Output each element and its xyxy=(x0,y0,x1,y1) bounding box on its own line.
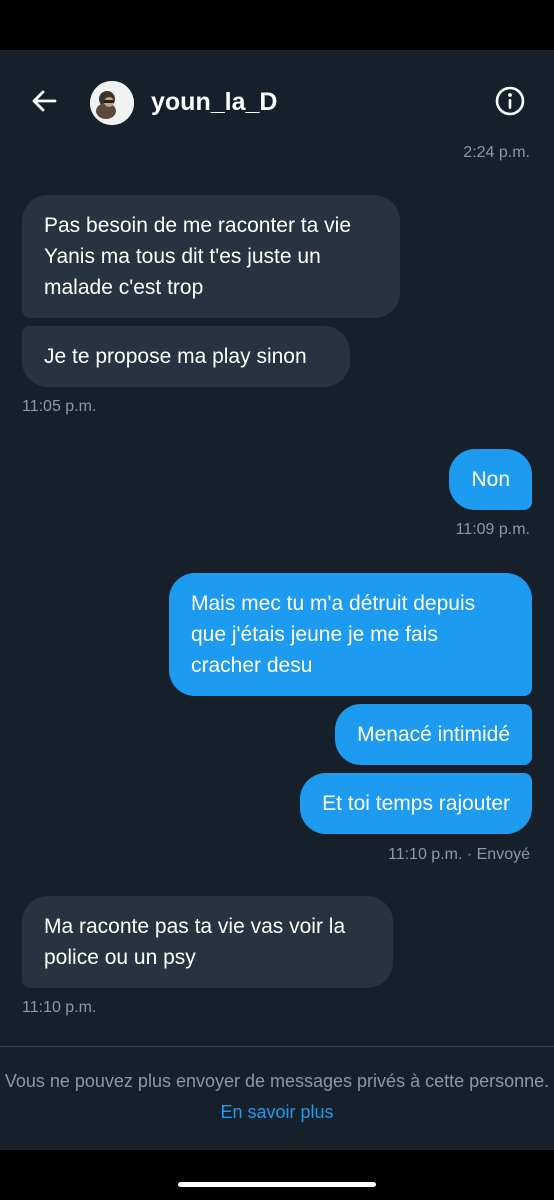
received-message[interactable]: Pas besoin de me raconter ta vie Yanis m… xyxy=(22,195,400,318)
avatar[interactable] xyxy=(90,81,134,125)
message-timestamp: 11:05 p.m. xyxy=(22,398,97,415)
received-message[interactable]: Je te propose ma play sinon xyxy=(22,326,350,387)
sent-message[interactable]: Non xyxy=(449,449,532,510)
sent-message[interactable]: Menacé intimidé xyxy=(335,704,532,765)
notice-text: Vous ne pouvez plus envoyer de messages … xyxy=(4,1071,550,1091)
sent-message[interactable]: Mais mec tu m'a détruit depuis que j'éta… xyxy=(169,573,532,696)
message-timestamp: 2:24 p.m. xyxy=(463,144,530,161)
back-arrow-icon[interactable] xyxy=(28,85,60,117)
received-message[interactable]: Ma raconte pas ta vie vas voir la police… xyxy=(22,896,393,988)
message-timestamp: 11:09 p.m. xyxy=(455,521,530,538)
footer-divider xyxy=(0,1046,554,1047)
info-icon[interactable] xyxy=(494,85,526,117)
home-indicator[interactable] xyxy=(178,1182,376,1187)
message-status: 11:10 p.m. · Envoyé xyxy=(388,846,530,863)
learn-more-link[interactable]: En savoir plus xyxy=(220,1102,333,1122)
conversation-username[interactable]: youn_la_D xyxy=(151,86,277,118)
conversation-header: youn_la_D xyxy=(0,50,554,150)
sent-message[interactable]: Et toi temps rajouter xyxy=(300,773,532,834)
message-timestamp: 11:10 p.m. xyxy=(22,999,97,1016)
messaging-disabled-notice: Vous ne pouvez plus envoyer de messages … xyxy=(0,1066,554,1128)
